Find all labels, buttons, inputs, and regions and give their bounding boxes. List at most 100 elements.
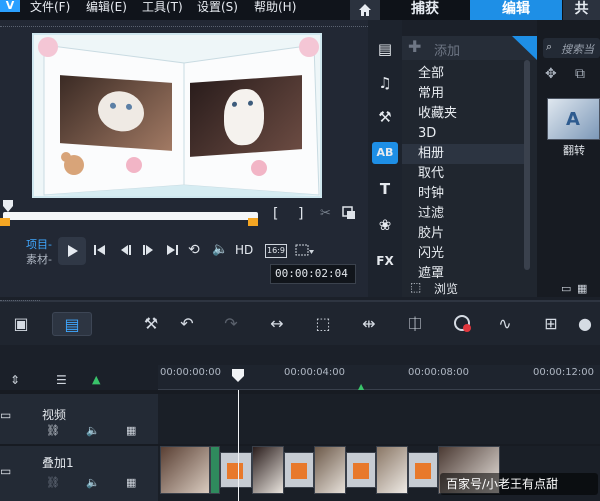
trim-marker-icon[interactable] [3,200,13,212]
playhead-handle[interactable] [232,369,244,383]
search-placeholder: 搜索当 [561,43,594,56]
chapter-marker-icon[interactable]: ▲ [92,373,108,387]
storyboard-view-icon[interactable]: ▣ [8,312,34,336]
home-tab[interactable] [350,0,380,20]
trim-bar[interactable] [3,212,258,220]
overlay-clip[interactable] [220,452,252,488]
tab-capture[interactable]: 捕获 [381,0,469,20]
add-icon[interactable]: ✚ [408,37,421,56]
transition-thumbnail[interactable]: A [547,98,600,140]
search-input[interactable]: ⌕ 搜索当 [543,38,600,58]
tab-share[interactable]: 共 [563,0,600,20]
trim-out-handle[interactable] [248,218,258,226]
add-label[interactable]: 添加 [434,40,460,59]
overlay-clip[interactable] [160,446,210,494]
screen-mode-icon[interactable] [295,244,315,258]
trim-in-handle[interactable] [0,218,10,226]
browse-button[interactable]: 浏览 [434,280,458,297]
category-item[interactable]: 胶片 [418,224,444,244]
hd-label[interactable]: HD [235,243,253,257]
category-item[interactable]: 常用 [418,84,444,104]
category-item[interactable]: 闪光 [418,244,444,264]
tab-edit[interactable]: 编辑 [470,0,562,20]
menu-file[interactable]: 文件(F) [30,0,70,14]
track-volume-icon[interactable]: 🔈 [86,424,100,437]
audio-wave-icon[interactable]: ∿ [492,312,518,336]
track-name: 叠加1 [42,456,74,470]
overlay-clip[interactable] [376,446,408,494]
category-item[interactable]: 过滤 [418,204,444,224]
mark-out-icon[interactable]: ] [298,206,312,222]
scissors-icon[interactable]: ✂ [320,206,334,222]
overlay-clip[interactable] [346,452,376,488]
menu-settings[interactable]: 设置(S) [197,0,238,14]
list-view-icon[interactable]: ▭ [561,282,571,295]
overlay-clip[interactable] [284,452,314,488]
record-screen-icon[interactable]: ⬚ [310,312,336,336]
track-grid-icon[interactable]: ▦ [126,476,136,489]
time-ruler[interactable]: 00:00:00:00 00:00:04:00 00:00:08:00 00:0… [158,365,600,391]
track-volume-icon[interactable]: 🔈 [86,476,100,489]
timeline-ruler-bar: ⇕ ☰ ▲ 00:00:00:00 00:00:04:00 00:00:08:0… [0,345,600,391]
category-item[interactable]: 时钟 [418,184,444,204]
thumbnail-label: 翻转 [563,144,585,157]
apply-effect-icon[interactable]: ✥ [545,66,563,84]
video-track-lane[interactable] [158,394,600,444]
project-mode-label[interactable]: 项目- [26,236,52,252]
trim-icon[interactable]: ⎅ [402,312,428,336]
link-icon[interactable]: ⛓ [46,476,60,489]
overlay-clip[interactable] [314,446,346,494]
category-scrollbar[interactable] [524,60,530,270]
go-to-end-button[interactable] [164,242,180,258]
clip-mode-label[interactable]: 素材- [26,251,52,267]
go-to-start-button[interactable] [92,242,108,258]
category-item[interactable]: 3D [418,124,436,144]
view-toggle[interactable]: ▭ ▦ [561,282,600,297]
menu-edit[interactable]: 编辑(E) [86,0,127,14]
menu-tools[interactable]: 工具(T) [142,0,183,14]
previous-frame-button[interactable] [118,242,134,258]
category-item[interactable]: 收藏夹 [418,104,457,124]
grid-view-icon[interactable]: ▦ [577,282,587,295]
category-list: 全部 常用 收藏夹 3D 相册 取代 时钟 过滤 胶片 闪光 遮罩 [402,60,537,282]
add-track-icon[interactable]: ☰ [56,373,74,387]
next-frame-button[interactable] [140,242,156,258]
track-manager-icon[interactable]: ⇕ [10,373,28,387]
track-grid-icon[interactable]: ▦ [126,424,136,437]
mark-in-icon[interactable]: [ [273,206,287,222]
transition-library-icon[interactable]: AB [372,142,398,164]
record-icon[interactable] [450,312,476,336]
browse-icon[interactable]: ⬚ [410,280,421,294]
overlay-clip[interactable] [252,446,284,494]
redo-icon[interactable]: ↷ [218,312,244,336]
title-library-icon[interactable]: T [372,178,398,200]
aspect-ratio-button[interactable]: 16:9 [265,244,287,258]
tools-icon[interactable]: ⚒ [138,312,164,336]
category-item[interactable]: 全部 [418,64,444,84]
timeline-view-icon[interactable]: ▤ [52,312,92,336]
duplicate-icon[interactable]: ⧉ [575,66,593,84]
category-item-selected[interactable]: 相册 [418,144,444,164]
timecode-display[interactable]: 00:00:02:04 [270,264,356,284]
enlarge-icon[interactable] [342,206,358,222]
split-icon[interactable]: ⇹ [356,312,382,336]
play-button[interactable] [58,237,86,265]
fit-timeline-icon[interactable]: ↔ [264,312,290,336]
more-icon[interactable]: ● [572,312,598,336]
audio-library-icon[interactable]: ♫ [372,72,398,94]
volume-icon[interactable]: 🔈 [212,242,230,258]
expand-corner-icon[interactable] [512,36,537,60]
category-item[interactable]: 遮罩 [418,264,444,280]
subtitle-icon[interactable]: ⊞ [538,312,564,336]
graphics-library-icon[interactable]: ❀ [372,214,398,236]
transition-marker[interactable] [210,446,220,494]
undo-icon[interactable]: ↶ [174,312,200,336]
media-library-icon[interactable]: ▤ [372,38,398,60]
instant-project-icon[interactable]: ⚒ [372,106,398,128]
repeat-icon[interactable]: ⟲ [188,242,204,258]
category-item[interactable]: 取代 [418,164,444,184]
filter-library-icon[interactable]: FX [372,250,398,272]
link-icon[interactable]: ⛓ [46,424,60,437]
overlay-clip[interactable] [408,452,438,488]
menu-help[interactable]: 帮助(H) [254,0,296,14]
